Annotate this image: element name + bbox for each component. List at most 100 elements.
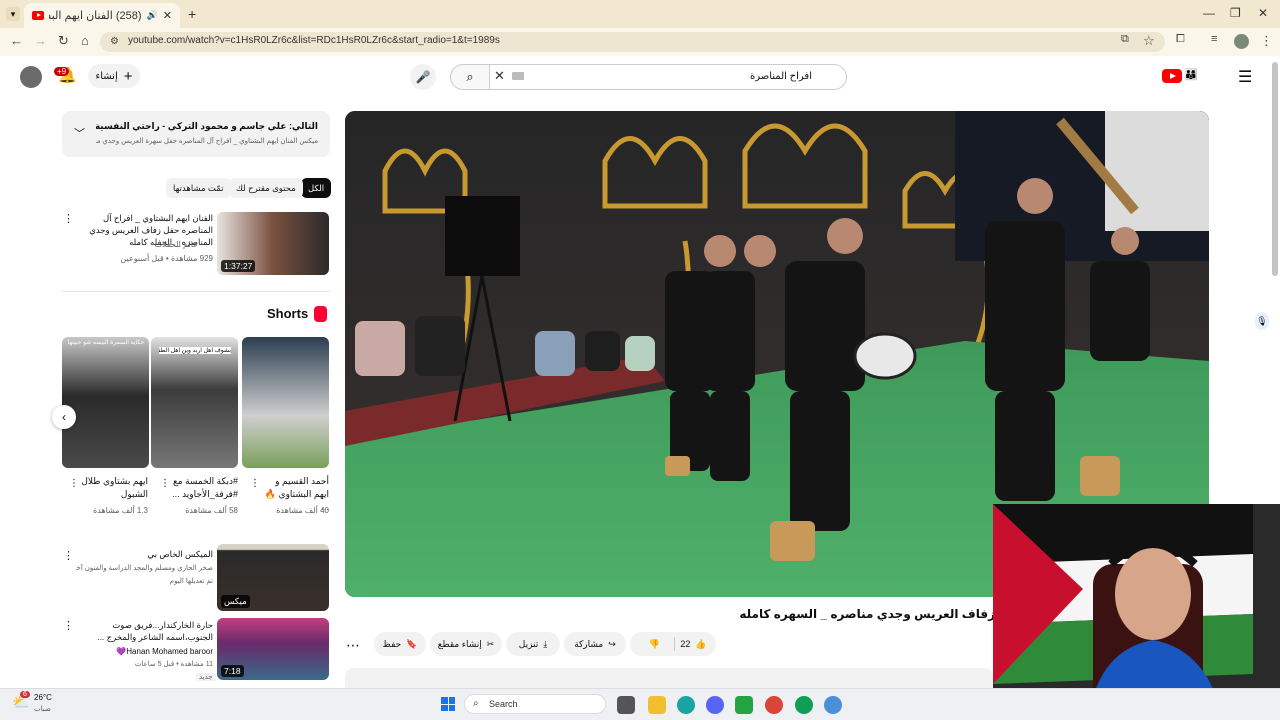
mix-thumbnail[interactable]: ميكس — [217, 544, 329, 611]
more-actions-button[interactable]: ⋯ — [346, 637, 360, 654]
reload-icon[interactable]: ↻ — [58, 33, 69, 49]
youtube-logo[interactable] — [1162, 69, 1182, 83]
keyboard-icon[interactable] — [512, 72, 524, 80]
description-box[interactable] — [345, 668, 993, 688]
more-options-icon[interactable]: ⋮ — [63, 619, 74, 632]
weather-desc: ضباب — [34, 706, 51, 713]
tab-title: (258) الفنان ايهم البشتاوي _ — [49, 10, 142, 22]
up-next-panel[interactable]: ﹀ التالي: علي جاسم و محمود التركي - راحت… — [62, 111, 330, 157]
floating-voice-icon[interactable]: 🎙 — [1255, 312, 1269, 330]
recommended-channel[interactable]: عالم الحفلات — [76, 240, 198, 249]
home-icon[interactable]: ⌂ — [81, 33, 89, 48]
save-button[interactable]: حفظ 🔖 — [374, 632, 426, 656]
mix-title[interactable]: الميكس الخاص بي — [76, 549, 213, 560]
edge-icon[interactable] — [677, 696, 695, 714]
guide-menu-icon[interactable]: ☰ — [1238, 67, 1252, 87]
short-caption: بشوف اهل اربد وين اهل الطفيلة — [159, 347, 231, 354]
app-icon[interactable] — [824, 696, 842, 714]
section-divider — [62, 291, 330, 292]
search-icon: ⌕ — [473, 698, 479, 709]
short-thumbnail-1[interactable] — [242, 337, 329, 468]
short-more-icon[interactable]: ⋮ — [250, 478, 260, 489]
video-thumbnail[interactable]: 7:18 — [217, 618, 329, 680]
window-close-button[interactable]: ✕ — [1258, 6, 1268, 20]
more-options-icon[interactable]: ⋮ — [63, 549, 74, 562]
shorts-heading: Shorts — [267, 306, 309, 321]
chip-watched[interactable]: تمّت مشاهدتها — [166, 178, 231, 198]
shorts-logo-icon — [314, 306, 327, 322]
share-icon: ↪ — [608, 638, 616, 649]
discord-icon[interactable] — [706, 696, 724, 714]
taskbar-search[interactable]: ⌕ Search — [464, 694, 606, 714]
new-badge: جديد — [196, 673, 216, 681]
bookmark-icon: 🔖 — [406, 638, 418, 649]
file-explorer-icon[interactable] — [648, 696, 666, 714]
chrome-icon[interactable] — [765, 696, 783, 714]
chrome-profile-icon[interactable] — [795, 696, 813, 714]
site-info-icon[interactable]: ⚙ — [110, 36, 119, 47]
browser-menu-icon[interactable]: ⋮ — [1260, 33, 1273, 49]
browser-tab[interactable]: (258) الفنان ايهم البشتاوي _ 🔊 ✕ — [24, 3, 180, 28]
recommended-meta: 929 مشاهدة • قبل أسبوعين — [120, 254, 213, 263]
share-label: مشاركة — [574, 638, 604, 649]
short-thumbnail-2[interactable]: بشوف اهل اربد وين اهل الطفيلة — [151, 337, 238, 468]
download-button[interactable]: تنزيل ⤓ — [506, 632, 560, 656]
up-next-subtitle: ميكس الفنان ايهم البشتاوي _ افراح آل الم… — [96, 138, 318, 145]
chip-all[interactable]: الكل — [301, 178, 332, 198]
voice-search-button[interactable]: 🎤 — [410, 64, 436, 90]
shorts-prev-button[interactable]: ‹ — [52, 405, 76, 429]
search-button[interactable]: ⌕ — [450, 64, 490, 90]
short-title[interactable]: ايهم بشتاوي طلال الشبول — [80, 475, 148, 501]
scissors-icon: ✂ — [486, 638, 495, 649]
new-tab-button[interactable]: + — [188, 6, 196, 22]
dislike-icon[interactable]: 👎 — [639, 639, 669, 650]
clear-search-icon[interactable]: ✕ — [494, 68, 505, 84]
tab-search-icon[interactable]: ▾ — [6, 7, 20, 21]
like-icon[interactable]: 👍 — [695, 639, 706, 650]
tab-close-icon[interactable]: ✕ — [163, 9, 172, 22]
restore-button[interactable]: ❐ — [1230, 6, 1241, 20]
minimize-button[interactable]: — — [1203, 6, 1215, 20]
notifications-badge: +9 — [54, 67, 70, 76]
more-options-icon[interactable]: ⋮ — [63, 212, 74, 225]
back-icon[interactable]: ← — [10, 33, 23, 48]
search-input[interactable]: افراح المناصرة — [488, 64, 847, 90]
download-label: تنزيل — [518, 638, 539, 649]
duration-badge: 7:18 — [221, 665, 244, 677]
search-value: افراح المناصرة — [749, 71, 812, 82]
short-views: 40 ألف مشاهدة — [276, 506, 329, 515]
collapse-chevron-icon[interactable]: ﹀ — [74, 125, 85, 141]
media-controls-icon[interactable]: ≡ — [1211, 33, 1217, 45]
short-title[interactable]: #دبكة الخمسة مع #فرقة_الأجاويد ... — [170, 475, 238, 501]
clip-label: إنشاء مقطع — [437, 638, 482, 649]
page-scrollbar[interactable] — [1272, 62, 1278, 276]
like-dislike-group: 👎 22 👍 — [630, 632, 716, 656]
search-icon: ⌕ — [466, 69, 474, 84]
recommended-title[interactable]: حارة الخاركندار...فريق صوت الجنوب،اسمه ا… — [76, 619, 213, 643]
chip-recommended[interactable]: محتوى مقترح لك — [229, 178, 303, 198]
video-thumbnail[interactable]: 1:37:27 — [217, 212, 329, 275]
bookmark-star-icon[interactable]: ☆ — [1143, 33, 1155, 49]
whatsapp-icon[interactable] — [735, 696, 753, 714]
clip-button[interactable]: إنشاء مقطع ✂ — [430, 632, 502, 656]
share-button[interactable]: مشاركة ↪ — [564, 632, 626, 656]
url-text: youtube.com/watch?v=c1HsR0LZr6c&list=RDc… — [128, 35, 500, 46]
short-more-icon[interactable]: ⋮ — [160, 478, 170, 489]
recommended-channel[interactable]: Hanan Mohamed baroor💜 — [76, 647, 213, 656]
install-icon[interactable]: ⧉ — [1121, 33, 1129, 46]
weather-temp: 26°C — [34, 693, 52, 702]
account-avatar[interactable] — [20, 66, 42, 88]
short-thumbnail-3[interactable]: حكاية السمرة البيضه شو حبيتها — [62, 337, 149, 468]
address-bar[interactable]: youtube.com/watch?v=c1HsR0LZr6c&list=RDc… — [100, 32, 1165, 52]
plus-icon: + — [123, 67, 133, 85]
windows-start-icon[interactable] — [441, 697, 455, 711]
short-views: 58 ألف مشاهدة — [185, 506, 238, 515]
forward-icon[interactable]: → — [34, 33, 47, 48]
task-view-icon[interactable] — [617, 696, 635, 714]
extensions-icon[interactable]: ⧠ — [1176, 33, 1185, 46]
notification-count: 6 — [20, 691, 30, 698]
create-button[interactable]: إنشاء + — [88, 64, 140, 88]
profile-avatar[interactable] — [1234, 34, 1249, 49]
short-more-icon[interactable]: ⋮ — [69, 478, 79, 489]
audio-icon[interactable]: 🔊 — [147, 10, 158, 21]
